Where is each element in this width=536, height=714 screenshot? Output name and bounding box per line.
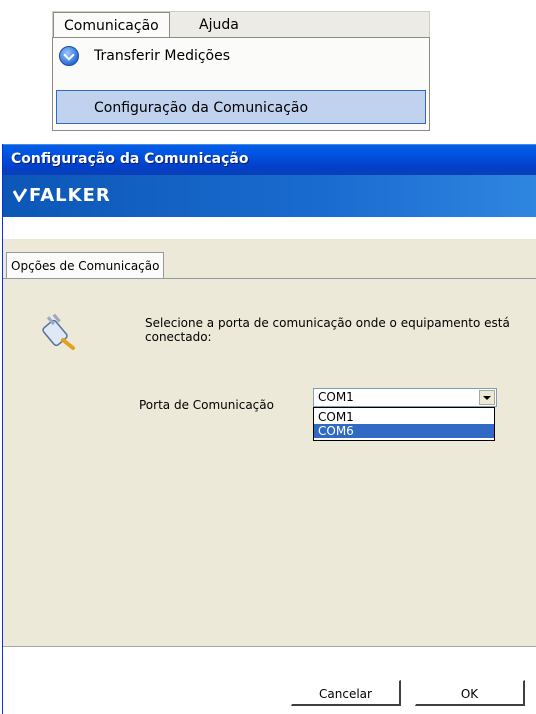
menu-ajuda[interactable]: Ajuda xyxy=(189,12,249,38)
porta-label: Porta de Comunicação xyxy=(139,398,274,412)
config-dialog: Configuração da Comunicação FALKER Opçõe… xyxy=(2,144,536,714)
option-com6[interactable]: COM6 xyxy=(314,424,494,438)
menu-item-configuracao-label: Configuração da Comunicação xyxy=(94,100,309,116)
chevron-down-icon[interactable] xyxy=(479,390,495,405)
menu-comunicacao[interactable]: Comunicação xyxy=(53,12,170,38)
ok-button[interactable]: OK xyxy=(415,680,525,706)
menu-item-configuracao[interactable]: Configuração da Comunicação xyxy=(56,90,426,124)
brand-banner: FALKER xyxy=(3,175,536,217)
dialog-footer: Cancelar OK xyxy=(3,647,536,714)
dialog-title: Configuração da Comunicação xyxy=(11,151,249,167)
brand-text: FALKER xyxy=(29,185,111,206)
tab-divider xyxy=(3,278,536,279)
title-bar[interactable]: Configuração da Comunicação xyxy=(3,144,536,176)
menu-item-transferir-label: Transferir Medições xyxy=(94,48,231,64)
check-icon xyxy=(12,188,28,203)
header-spacer xyxy=(3,217,536,239)
porta-combobox[interactable]: COM1 xyxy=(313,388,497,407)
menu-bar: Comunicação Ajuda xyxy=(52,11,430,38)
cancel-button[interactable]: Cancelar xyxy=(291,680,401,706)
plug-icon xyxy=(42,313,75,350)
tab-row: Opções de Comunicação xyxy=(3,239,536,283)
menu-snippet: Comunicação Ajuda Transferir Medições Co… xyxy=(52,11,430,131)
tab-opcoes-comunicacao[interactable]: Opções de Comunicação xyxy=(6,252,165,279)
instruction-text: Selecione a porta de comunicação onde o … xyxy=(145,316,510,344)
porta-dropdown-list: COM1 COM6 xyxy=(313,407,495,441)
falker-logo: FALKER xyxy=(12,185,111,206)
download-arrow-icon xyxy=(59,46,79,66)
options-panel: Selecione a porta de comunicação onde o … xyxy=(3,284,536,647)
comunicacao-dropdown: Transferir Medições Configuração da Comu… xyxy=(52,37,430,131)
option-com1[interactable]: COM1 xyxy=(314,410,494,424)
menu-item-transferir[interactable]: Transferir Medições xyxy=(53,38,429,74)
combo-value: COM1 xyxy=(318,390,354,404)
